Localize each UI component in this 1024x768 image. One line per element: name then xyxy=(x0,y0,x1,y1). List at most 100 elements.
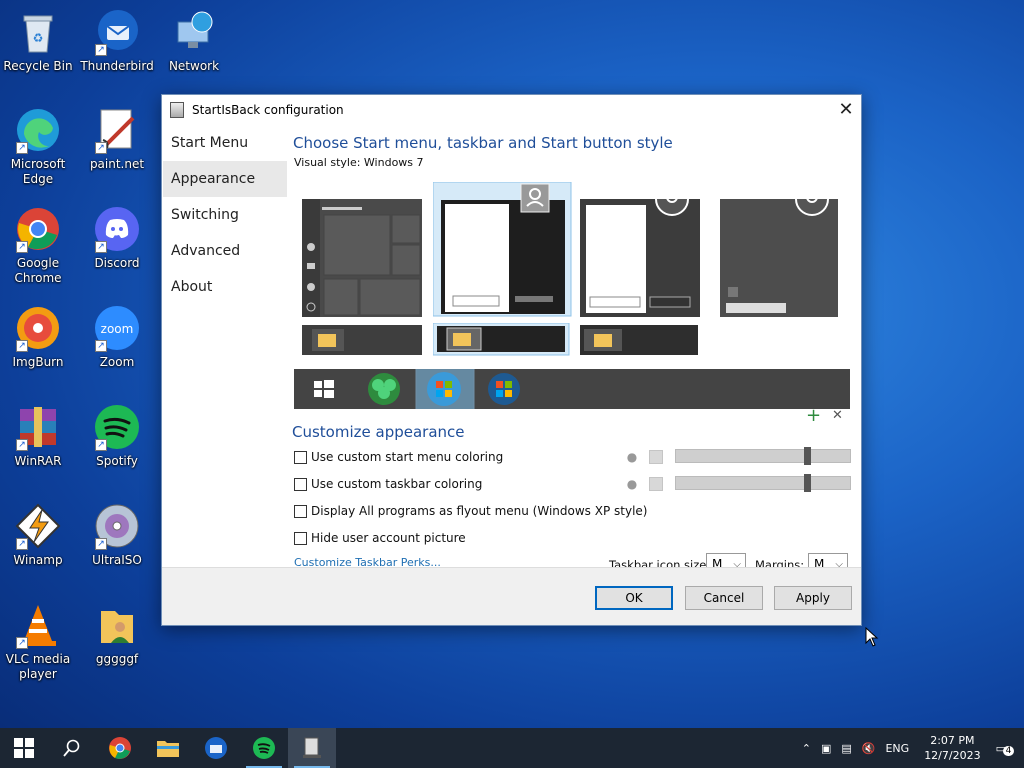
visual-style-value: Windows 7 xyxy=(363,156,424,169)
start-button-clover-icon[interactable] xyxy=(368,373,400,405)
user-folder-icon xyxy=(93,601,141,649)
option-custom-taskbar-coloring[interactable]: Use custom taskbar coloring xyxy=(294,477,482,491)
start-menu-style-plain[interactable] xyxy=(720,199,842,319)
spotify-icon: ↗ xyxy=(93,403,141,451)
nav-item-switching[interactable]: Switching xyxy=(163,197,287,233)
start-button-win10-icon[interactable] xyxy=(314,380,334,398)
taskbar-color-swatch[interactable] xyxy=(649,477,663,491)
desktop-icon-paint-net[interactable]: ↗ paint.net xyxy=(79,106,155,172)
desktop-icon-label: Network xyxy=(168,59,220,73)
thunderbird-icon xyxy=(205,737,227,759)
startisback-config-window: StartIsBack configuration ✕ Start Menu A… xyxy=(161,94,862,626)
checkbox[interactable] xyxy=(294,450,307,464)
option-label: Use custom taskbar coloring xyxy=(311,477,483,491)
ok-button[interactable]: OK xyxy=(595,586,673,610)
cancel-button[interactable]: Cancel xyxy=(685,586,763,610)
start-button[interactable] xyxy=(0,728,48,768)
chrome-icon: ↗ xyxy=(14,205,62,253)
option-flyout-all-programs[interactable]: Display All programs as flyout menu (Win… xyxy=(294,504,647,518)
checkbox[interactable] xyxy=(294,477,307,491)
shortcut-arrow-icon: ↗ xyxy=(16,340,28,352)
desktop-icon-label: Thunderbird xyxy=(80,59,154,73)
taskbar-opacity-slider[interactable] xyxy=(675,474,851,492)
chrome-icon xyxy=(109,737,131,759)
start-menu-style-win7[interactable] xyxy=(433,182,573,318)
nav-item-appearance[interactable]: Appearance xyxy=(163,161,287,197)
desktop-icon-gggggf[interactable]: gggggf xyxy=(79,601,155,667)
windows-logo-icon xyxy=(14,738,34,758)
apply-button[interactable]: Apply xyxy=(774,586,852,610)
desktop-icon-spotify[interactable]: ↗ Spotify xyxy=(79,403,155,469)
start-menu-style-win8[interactable] xyxy=(580,199,702,319)
remove-style-button[interactable]: ✕ xyxy=(832,408,843,423)
desktop-icon-discord[interactable]: ↗ Discord xyxy=(79,205,155,271)
option-custom-start-coloring[interactable]: Use custom start menu coloring xyxy=(294,450,503,464)
desktop-icon-label: UltraISO xyxy=(92,553,142,567)
search-button[interactable] xyxy=(48,728,96,768)
start-menu-opacity-slider[interactable] xyxy=(675,447,851,465)
taskbar-style-win7[interactable] xyxy=(433,323,571,357)
nav-item-start-menu[interactable]: Start Menu xyxy=(163,125,287,161)
taskbar-style-win8[interactable] xyxy=(580,325,700,357)
desktop-icon-edge[interactable]: ↗ Microsoft Edge xyxy=(0,106,76,187)
taskbar-style-win10[interactable] xyxy=(302,325,422,357)
taskbar-chrome[interactable] xyxy=(96,728,144,768)
notifications-button[interactable]: ▭ 4 xyxy=(991,742,1024,756)
appearance-panel: Choose Start menu, taskbar and Start but… xyxy=(292,125,851,576)
window-titlebar[interactable]: StartIsBack configuration ✕ xyxy=(162,95,861,125)
desktop-icon-label: Winamp xyxy=(13,553,63,567)
slider-knob[interactable] xyxy=(804,447,812,465)
taskbar-thunderbird[interactable] xyxy=(192,728,240,768)
close-button[interactable]: ✕ xyxy=(831,96,861,124)
shortcut-arrow-icon: ↗ xyxy=(16,142,28,154)
option-label: Hide user account picture xyxy=(311,531,466,545)
start-button-strip xyxy=(294,360,850,418)
desktop-icon-network[interactable]: Network xyxy=(156,8,232,74)
start-menu-color-swatch[interactable] xyxy=(649,450,663,464)
network-status-icon[interactable]: ▤ xyxy=(836,742,856,755)
shortcut-arrow-icon: ↗ xyxy=(16,637,28,649)
desktop-icon-vlc[interactable]: ↗ VLC media player xyxy=(0,601,76,682)
transparency-drop-icon: ● xyxy=(626,477,638,491)
desktop-icon-chrome[interactable]: ↗ Google Chrome xyxy=(0,205,76,286)
slider-knob[interactable] xyxy=(804,474,812,492)
clock[interactable]: 2:07 PM 12/7/2023 xyxy=(914,733,990,763)
svg-text:zoom: zoom xyxy=(101,322,134,336)
shortcut-arrow-icon: ↗ xyxy=(95,340,107,352)
taskbar-spotify[interactable] xyxy=(240,728,288,768)
desktop-icon-ultraiso[interactable]: ↗ UltraISO xyxy=(79,502,155,568)
chevron-up-icon[interactable]: ⌃ xyxy=(797,742,816,755)
add-style-button[interactable]: + xyxy=(806,405,821,426)
checkbox[interactable] xyxy=(294,531,307,545)
taskbar: ⌃ ▣ ▤ 🔇 ENG 2:07 PM 12/7/2023 ▭ 4 xyxy=(0,728,1024,768)
thunderbird-icon: ↗ xyxy=(93,8,141,56)
folder-icon xyxy=(157,741,179,757)
shortcut-arrow-icon: ↗ xyxy=(95,142,107,154)
sidebar-nav: Start Menu Appearance Switching Advanced… xyxy=(163,125,287,305)
imgburn-icon: ↗ xyxy=(14,304,62,352)
dialog-footer: OK Cancel Apply xyxy=(162,567,861,625)
vlc-cone-icon: ↗ xyxy=(14,601,62,649)
language-indicator[interactable]: ENG xyxy=(880,742,914,755)
desktop-icon-imgburn[interactable]: ↗ ImgBurn xyxy=(0,304,76,370)
taskbar-file-explorer[interactable] xyxy=(144,728,192,768)
nav-item-advanced[interactable]: Advanced xyxy=(163,233,287,269)
visual-style-label: Visual style: xyxy=(294,156,361,169)
start-menu-style-win10[interactable] xyxy=(302,199,424,319)
meet-now-icon[interactable]: ▣ xyxy=(816,742,836,755)
desktop-icon-label: Recycle Bin xyxy=(3,59,73,73)
taskbar-startisback[interactable] xyxy=(288,728,336,768)
desktop-icon-thunderbird[interactable]: ↗ Thunderbird xyxy=(79,8,155,74)
volume-muted-icon[interactable]: 🔇 xyxy=(857,742,881,755)
window-title: StartIsBack configuration xyxy=(192,103,344,117)
start-button-win7-orb-icon[interactable] xyxy=(427,372,461,406)
start-button-vista-orb-icon[interactable] xyxy=(488,373,520,405)
desktop-icon-recycle-bin[interactable]: ♻ Recycle Bin xyxy=(0,8,76,74)
desktop-icon-label: Discord xyxy=(94,256,140,270)
nav-item-about[interactable]: About xyxy=(163,269,287,305)
checkbox[interactable] xyxy=(294,504,307,518)
desktop-icon-winamp[interactable]: ↗ Winamp xyxy=(0,502,76,568)
desktop-icon-zoom[interactable]: zoom ↗ Zoom xyxy=(79,304,155,370)
desktop-icon-winrar[interactable]: ↗ WinRAR xyxy=(0,403,76,469)
option-hide-user-picture[interactable]: Hide user account picture xyxy=(294,531,466,545)
